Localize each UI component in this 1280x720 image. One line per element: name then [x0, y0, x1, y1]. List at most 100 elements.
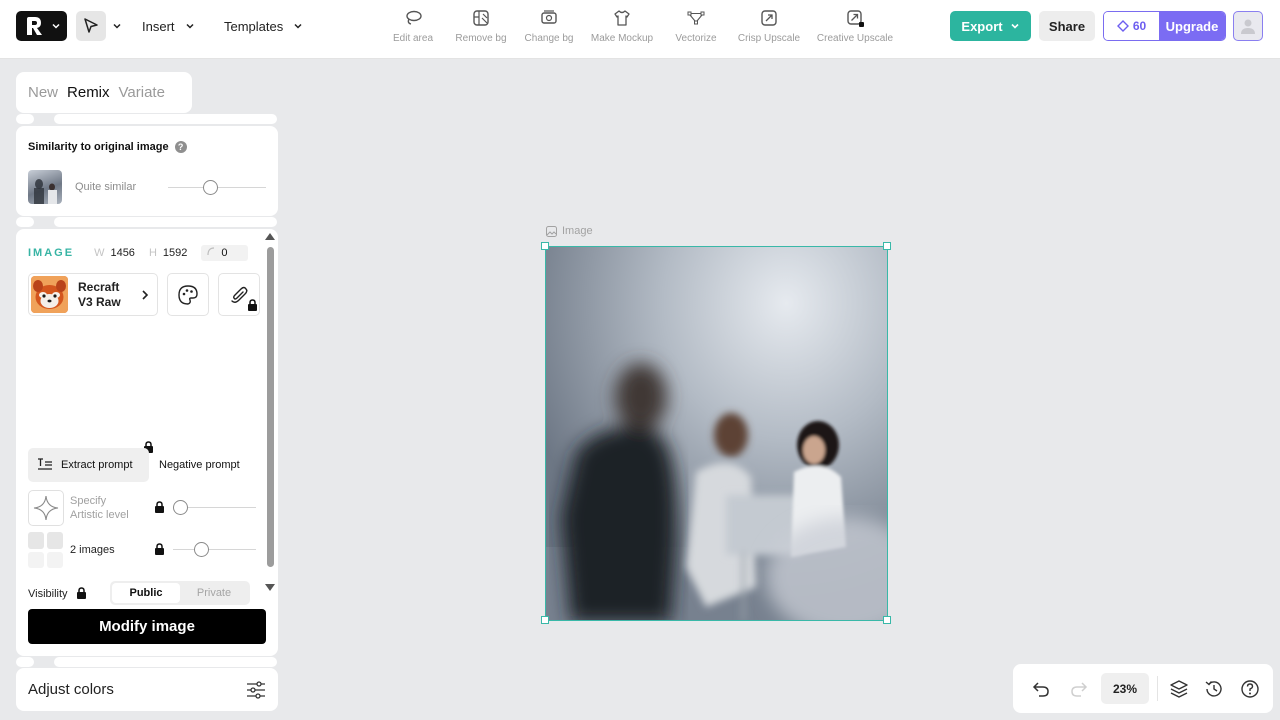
width-key: W [94, 247, 105, 259]
undo-icon [1032, 682, 1049, 697]
help-button[interactable] [1239, 678, 1261, 700]
app-logo-menu-button[interactable] [16, 11, 67, 41]
extract-prompt-button[interactable]: Extract prompt [28, 448, 149, 482]
width-field[interactable]: W 1456 [94, 247, 135, 259]
scroll-thumb[interactable] [267, 247, 274, 567]
model-name-line2: V3 Raw [78, 294, 121, 309]
history-button[interactable] [1203, 678, 1225, 700]
negative-prompt-tab[interactable]: Negative prompt [159, 459, 240, 471]
scroll-down-arrow[interactable] [265, 584, 275, 591]
image-header: IMAGE W 1456 H 1592 0 [28, 245, 248, 261]
lasso-icon [406, 10, 422, 25]
width-value: 1456 [110, 247, 135, 259]
crisp-upscale-icon [761, 10, 777, 26]
diamond-icon [1116, 20, 1129, 32]
zoom-level-button[interactable]: 23% [1101, 673, 1149, 704]
credits-button[interactable]: 60 [1104, 12, 1159, 40]
canvas-toolbar: 23% [1013, 664, 1273, 713]
artistic-level-slider-knob[interactable] [173, 500, 188, 515]
model-name: Recraft V3 Raw [78, 280, 140, 310]
image-section-title: IMAGE [28, 247, 75, 259]
panel-connector [54, 114, 277, 124]
sparkle-icon [33, 495, 59, 521]
sliders-icon[interactable] [246, 680, 266, 699]
similarity-slider-knob[interactable] [203, 180, 218, 195]
extract-text-icon [38, 458, 52, 470]
resize-handle-bottom-right[interactable] [883, 616, 891, 624]
similarity-title-text: Similarity to original image [28, 141, 169, 153]
user-avatar-button[interactable] [1233, 11, 1263, 41]
artistic-level-label: Specify Artistic level [70, 494, 129, 522]
frame-label-text: Image [562, 225, 593, 237]
layers-button[interactable] [1168, 678, 1190, 700]
resize-handle-top-right[interactable] [883, 242, 891, 250]
red-panda-icon [31, 276, 68, 313]
model-thumbnail [31, 276, 68, 313]
panel-scrollbar[interactable] [265, 233, 277, 593]
credits-count: 60 [1132, 19, 1147, 33]
height-value: 1592 [162, 247, 188, 259]
lock-icon [155, 543, 164, 555]
tab-new[interactable]: New [28, 84, 58, 101]
tshirt-icon [614, 10, 630, 26]
image-settings-panel: IMAGE W 1456 H 1592 0 Recraft V3 Raw Ext… [16, 229, 278, 656]
corner-radius-field[interactable]: 0 [201, 245, 248, 261]
vectorize-button[interactable]: Vectorize [674, 8, 718, 50]
edit-area-button[interactable]: Edit area [392, 8, 434, 50]
resize-handle-bottom-left[interactable] [541, 616, 549, 624]
artistic-level-line1: Specify [70, 495, 107, 507]
templates-label: Templates [224, 18, 284, 34]
model-selector-button[interactable]: Recraft V3 Raw [28, 273, 158, 316]
generated-photo [546, 247, 887, 620]
corner-radius-icon [207, 247, 215, 256]
image-count-slider-track[interactable] [173, 549, 256, 550]
insert-menu-button[interactable]: Insert [142, 11, 195, 41]
resize-handle-top-left[interactable] [541, 242, 549, 250]
image-count-slider-knob[interactable] [194, 542, 209, 557]
similarity-panel: Similarity to original image ? Quite sim… [16, 126, 278, 216]
model-name-line1: Recraft [78, 279, 120, 294]
visibility-public-option[interactable]: Public [112, 583, 180, 603]
tab-variate[interactable]: Variate [119, 84, 165, 101]
select-tool-button[interactable] [76, 11, 126, 41]
change-bg-button[interactable]: Change bg [522, 8, 576, 50]
recraft-logo-icon [27, 17, 42, 35]
panel-connector [16, 114, 34, 124]
chevron-down-icon [52, 23, 60, 29]
height-field[interactable]: H 1592 [149, 247, 187, 259]
lock-icon [248, 299, 257, 311]
color-palette-button[interactable] [167, 273, 209, 316]
layers-icon [1170, 680, 1188, 698]
templates-menu-button[interactable]: Templates [224, 11, 303, 41]
crisp-upscale-button[interactable]: Crisp Upscale [736, 8, 802, 50]
export-button[interactable]: Export [950, 11, 1031, 41]
share-button[interactable]: Share [1039, 11, 1095, 41]
image-count-label: 2 images [70, 544, 115, 556]
chevron-down-icon [185, 23, 194, 29]
creative-upscale-icon [847, 10, 864, 27]
extract-prompt-label: Extract prompt [61, 459, 133, 471]
history-icon [1205, 681, 1222, 697]
chevron-down-icon [1011, 23, 1019, 29]
remove-bg-button[interactable]: Remove bg [454, 8, 508, 50]
redo-button[interactable] [1068, 678, 1090, 700]
height-key: H [148, 247, 157, 259]
scroll-up-arrow[interactable] [265, 233, 275, 240]
panel-connector [54, 657, 277, 667]
creative-upscale-button[interactable]: Creative Upscale [814, 8, 896, 50]
modify-image-button[interactable]: Modify image [28, 609, 266, 644]
undo-button[interactable] [1030, 678, 1052, 700]
artistic-level-slider-track[interactable] [176, 507, 256, 508]
change-bg-label: Change bg [524, 33, 574, 44]
canvas-image-frame[interactable] [545, 246, 888, 621]
attach-reference-button[interactable] [218, 273, 260, 316]
help-icon[interactable]: ? [174, 141, 187, 153]
make-mockup-button[interactable]: Make Mockup [588, 8, 656, 50]
artistic-level-icon-box [28, 490, 64, 526]
similarity-level-label: Quite similar [75, 181, 137, 193]
visibility-private-option[interactable]: Private [180, 583, 248, 603]
adjust-colors-panel[interactable]: Adjust colors [16, 668, 278, 711]
tab-remix[interactable]: Remix [67, 84, 110, 101]
upgrade-button[interactable]: Upgrade [1159, 12, 1225, 40]
zoom-level-value: 23% [1112, 681, 1138, 696]
